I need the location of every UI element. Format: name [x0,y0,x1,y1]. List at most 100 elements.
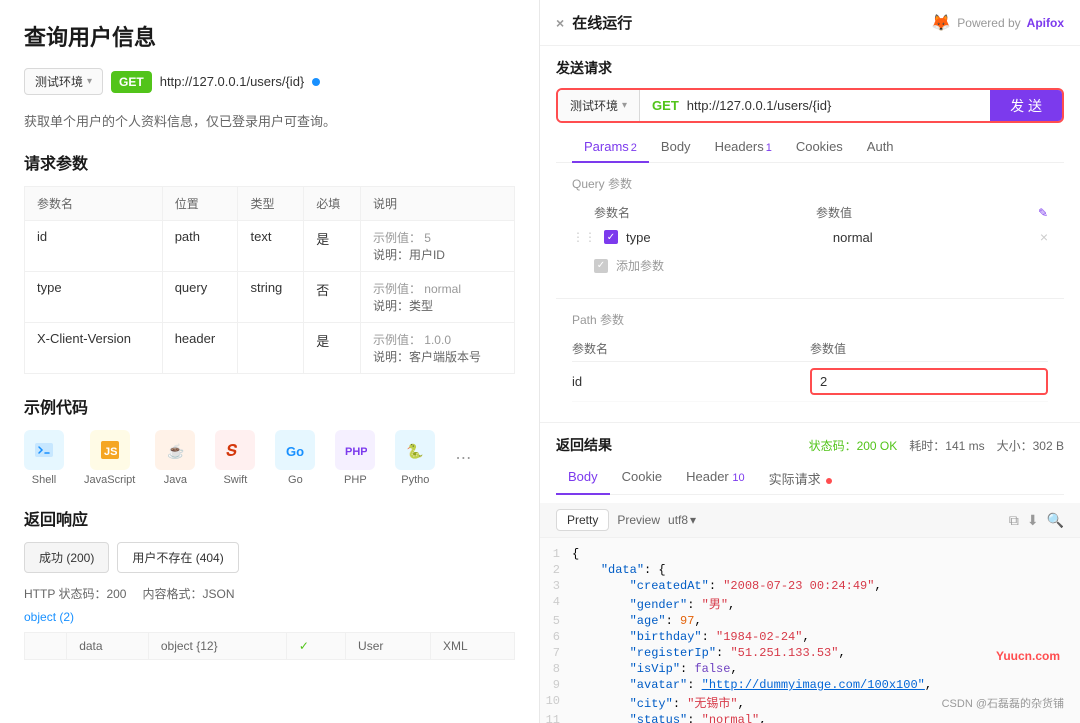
toolbar-icons: ⧉ ⬇ 🔍 [1009,512,1064,529]
param-name-xclient: X-Client-Version [25,323,163,374]
query-col-value: 参数值 [816,204,1030,221]
python-label: Pytho [401,474,429,486]
right-panel: × 在线运行 🦊 Powered by Apifox 发送请求 测试环境 ▾ G… [540,0,1080,723]
url-display: http://127.0.0.1/users/{id} [160,74,305,89]
query-params-section: Query 参数 参数名 参数值 ✎ ⋮⋮ ✓ type normal × [556,163,1064,294]
param-type-xclient [238,323,304,374]
response-status: HTTP 状态码：200 [24,585,126,602]
code-examples: Shell JS JavaScript ☕ Java 𝑺 Swift [24,430,515,486]
code-icon-shell[interactable]: Shell [24,430,64,486]
add-param-button[interactable]: 添加参数 [616,253,664,278]
send-section: 发送请求 测试环境 ▾ GET http://127.0.0.1/users/{… [540,46,1080,422]
tab-body[interactable]: Body [649,131,703,162]
download-icon[interactable]: ⬇ [1027,512,1039,529]
drag-handle-icon[interactable]: ⋮⋮ [572,230,596,244]
param-desc-xclient: 示例值： 1.0.0 说明：客户端版本号 [360,323,514,374]
edit-icon[interactable]: ✎ [1038,206,1048,220]
svg-text:𝑺: 𝑺 [226,443,237,460]
result-tab-actual[interactable]: 实际请求 [757,463,845,494]
path-value-input-id[interactable] [810,368,1048,395]
param-type-id: text [238,221,304,272]
apifox-logo-icon: 🦊 [931,13,951,33]
csdn-watermark: CSDN @石磊磊的杂货铺 [942,695,1064,711]
param-position-xclient: header [162,323,238,374]
result-title: 返回结果 [556,435,612,455]
env-side-label: 测试环境 [570,97,618,114]
col-header-position: 位置 [162,187,238,221]
result-header: 返回结果 状态码：200 OK 耗时：141 ms 大小：302 B [556,435,1064,455]
col-header-name: 参数名 [25,187,163,221]
table-row: id path text 是 示例值： 5 说明：用户ID [25,221,515,272]
tab-params[interactable]: Params2 [572,131,649,162]
col-header-required: 必填 [304,187,361,221]
code-line-11: 11 "status": "normal", [540,712,1080,723]
response-tab-200[interactable]: 成功 (200) [24,542,109,573]
dot-indicator [312,78,320,86]
java-label: Java [164,474,187,486]
tab-cookies[interactable]: Cookies [784,131,855,162]
env-dropdown[interactable]: 测试环境 ▾ [24,68,103,95]
shell-icon [24,430,64,470]
query-param-name-type: type [626,230,825,245]
tab-auth[interactable]: Auth [855,131,906,162]
param-position-type: query [162,272,238,323]
javascript-icon: JS [90,430,130,470]
param-desc-id: 示例值： 5 说明：用户ID [360,221,514,272]
close-icon[interactable]: × [556,15,564,31]
path-table-header: 参数名 参数值 [572,336,1048,362]
svg-text:☕: ☕ [167,442,184,460]
code-line-8: 8 "isVip": false, [540,661,1080,677]
param-desc-type: 示例值： normal 说明：类型 [360,272,514,323]
code-icon-php[interactable]: PHP PHP [335,430,375,486]
right-header: × 在线运行 🦊 Powered by Apifox [540,0,1080,46]
col-header-desc: 说明 [360,187,514,221]
result-tab-cookie[interactable]: Cookie [610,463,674,494]
env-chevron-icon: ▾ [622,100,627,111]
query-param-value-type: normal [833,230,1032,245]
result-tab-header[interactable]: Header 10 [674,463,757,494]
result-tab-body[interactable]: Body [556,463,610,494]
table-row: type query string 否 示例值： normal 说明：类型 [25,272,515,323]
encoding-selector[interactable]: utf8 ▾ [668,513,696,527]
preview-button[interactable]: Preview [617,513,660,527]
search-icon[interactable]: 🔍 [1047,512,1064,529]
path-param-value-id[interactable] [810,368,1048,395]
params-section-title: 请求参数 [24,150,515,174]
link-blue[interactable]: object (2) [24,610,515,624]
env-side-selector[interactable]: 测试环境 ▾ [558,90,640,121]
path-params-section: Path 参数 参数名 参数值 id [556,303,1064,410]
svg-text:Go: Go [286,444,304,459]
param-required-xclient: 是 [304,323,361,374]
path-param-name-id: id [572,374,810,389]
code-icon-javascript[interactable]: JS JavaScript [84,430,135,486]
env-bar: 测试环境 ▾ GET http://127.0.0.1/users/{id} [24,68,515,95]
checkbox-type[interactable]: ✓ [604,230,618,244]
response-info: HTTP 状态码：200 内容格式：JSON [24,585,515,602]
param-required-id: 是 [304,221,361,272]
bottom-col-type: object {12} [148,633,286,660]
result-tabs: Body Cookie Header 10 实际请求 [556,463,1064,495]
more-button[interactable]: ⋯ [455,448,471,468]
bottom-col-empty [25,633,67,660]
code-line-9: 9 "avatar": "http://dummyimage.com/100x1… [540,677,1080,693]
response-tab-404[interactable]: 用户不存在 (404) [117,542,238,573]
result-meta: 状态码：200 OK 耗时：141 ms 大小：302 B [809,437,1064,454]
result-status: 状态码：200 OK [809,437,898,454]
pretty-button[interactable]: Pretty [556,509,609,531]
code-icon-python[interactable]: 🐍 Pytho [395,430,435,486]
code-line-2: 2 "data": { [540,562,1080,578]
php-icon: PHP [335,430,375,470]
shell-label: Shell [32,474,56,486]
code-icon-go[interactable]: Go Go [275,430,315,486]
send-button[interactable]: 发 送 [990,90,1062,121]
code-icon-swift[interactable]: 𝑺 Swift [215,430,255,486]
apifox-brand: Apifox [1027,16,1064,30]
bottom-col-xml: XML [431,633,515,660]
bottom-col-check: ✓ [286,633,345,660]
copy-icon[interactable]: ⧉ [1009,512,1019,529]
svg-text:JS: JS [104,446,117,458]
code-icon-java[interactable]: ☕ Java [155,430,195,486]
params-table: 参数名 位置 类型 必填 说明 id path text 是 示例值： 5 说明… [24,186,515,374]
delete-icon[interactable]: × [1040,229,1048,245]
tab-headers[interactable]: Headers1 [703,131,784,162]
